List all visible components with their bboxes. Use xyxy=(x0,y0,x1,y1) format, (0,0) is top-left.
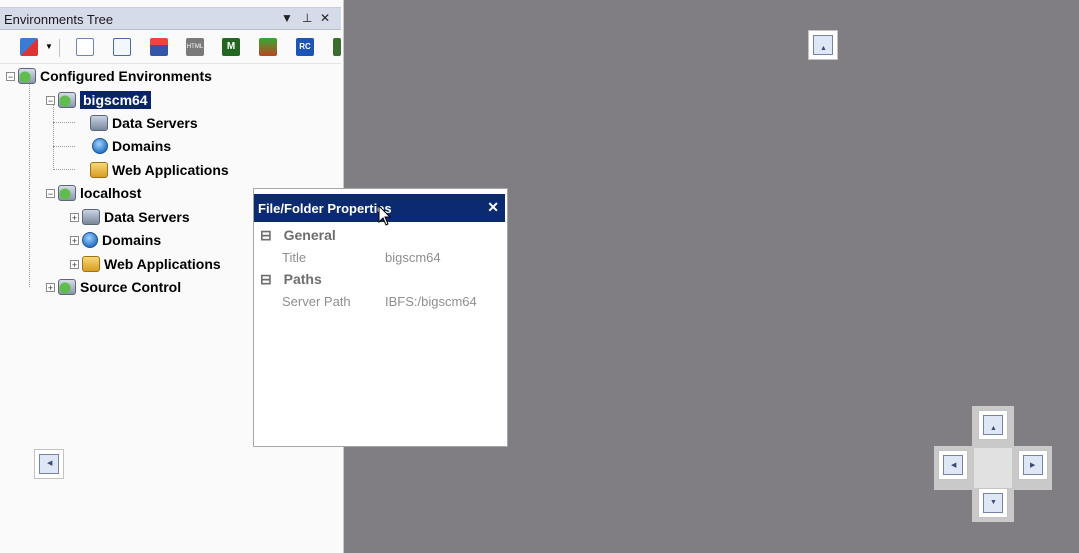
database-icon xyxy=(82,209,100,225)
collapse-icon[interactable]: − xyxy=(46,188,55,198)
section-general[interactable]: ⊟ General xyxy=(260,227,336,247)
tree-node-label: Domains xyxy=(102,232,162,248)
rc-icon[interactable]: RC xyxy=(296,38,314,56)
tree-node-label: Configured Environments xyxy=(40,68,212,84)
server-icon xyxy=(58,185,76,201)
properties-title: File/Folder Properties xyxy=(258,201,392,216)
collapse-icon[interactable]: ⊟ xyxy=(260,271,272,287)
mouse-cursor-icon xyxy=(378,205,392,226)
web-folder-icon xyxy=(82,256,100,272)
close-icon[interactable]: ✕ xyxy=(487,199,499,216)
tree-toolbar: ▼ HTML M RC xyxy=(0,31,341,64)
property-row-server-path[interactable]: Server Path xyxy=(282,293,351,313)
document-icon[interactable] xyxy=(113,38,131,56)
tree-node-localhost[interactable]: − localhost xyxy=(46,183,141,203)
tree-connector xyxy=(53,122,75,123)
server-icon xyxy=(58,92,76,108)
sort-az-icon[interactable] xyxy=(20,38,38,56)
expand-icon[interactable]: + xyxy=(46,282,55,292)
property-value: bigscm64 xyxy=(385,250,441,265)
copy-icon[interactable] xyxy=(76,38,94,56)
hierarchy-icon[interactable] xyxy=(150,38,168,56)
tree-node-bigscm64[interactable]: − bigscm64 xyxy=(46,90,151,110)
source-control-icon xyxy=(58,279,76,295)
tree-node-label: Data Servers xyxy=(112,115,198,131)
web-folder-icon xyxy=(90,162,108,178)
property-label: Server Path xyxy=(282,294,351,309)
expand-icon[interactable]: + xyxy=(70,235,79,245)
tree-node-domains[interactable]: + Domains xyxy=(70,230,161,250)
property-row-title[interactable]: Title xyxy=(282,249,306,269)
dock-left-guide[interactable]: ◀ xyxy=(34,449,64,479)
cross-center xyxy=(974,448,1012,488)
globe-icon xyxy=(82,232,98,248)
property-value: IBFS:/bigscm64 xyxy=(385,294,477,309)
property-value-title[interactable]: bigscm64 xyxy=(385,249,441,269)
dock-cross-right[interactable]: ▶ xyxy=(1018,450,1048,480)
dock-right-icon: ▶ xyxy=(1023,455,1043,475)
toolbar-separator xyxy=(59,39,60,57)
tree-node-source-control[interactable]: + Source Control xyxy=(46,277,181,297)
tree-node-label: localhost xyxy=(80,185,142,201)
docking-cross: ▲ ◀ ▶ ▼ xyxy=(934,406,1052,522)
environments-icon xyxy=(18,68,36,84)
tree-node-domains[interactable]: Domains xyxy=(76,136,171,156)
globe-icon xyxy=(92,138,108,154)
tree-connector xyxy=(53,146,75,147)
section-label: Paths xyxy=(283,271,322,287)
tree-node-web-applications[interactable]: Web Applications xyxy=(76,160,229,180)
tree-node-web-applications[interactable]: + Web Applications xyxy=(70,254,221,274)
tree-node-data-servers[interactable]: + Data Servers xyxy=(70,207,190,227)
collapse-icon[interactable]: − xyxy=(6,71,15,81)
dock-left-icon: ◀ xyxy=(943,455,963,475)
dock-top-icon: ▲ xyxy=(983,415,1003,435)
tree-node-root[interactable]: − Configured Environments xyxy=(6,66,212,86)
tree-node-label: Domains xyxy=(112,138,172,154)
tree-node-label: Web Applications xyxy=(104,256,221,272)
dock-cross-left[interactable]: ◀ xyxy=(938,450,968,480)
section-paths[interactable]: ⊟ Paths xyxy=(260,271,322,291)
property-value-server-path[interactable]: IBFS:/bigscm64 xyxy=(385,293,477,313)
panel-title: Environments Tree xyxy=(4,12,114,27)
tree-node-data-servers[interactable]: Data Servers xyxy=(76,113,198,133)
tree-node-label: Source Control xyxy=(80,279,182,295)
section-label: General xyxy=(283,227,336,243)
tree-icon[interactable] xyxy=(259,38,277,56)
expand-icon[interactable]: + xyxy=(70,212,79,222)
tree-connector xyxy=(29,80,30,287)
pin-icon[interactable]: ⊥ xyxy=(302,11,312,25)
tree-node-label: Data Servers xyxy=(104,209,190,225)
collapse-icon[interactable]: − xyxy=(46,95,55,105)
dock-cross-bottom[interactable]: ▼ xyxy=(978,488,1008,518)
collapse-icon[interactable]: ⊟ xyxy=(260,227,272,243)
html-icon[interactable]: HTML xyxy=(186,38,204,56)
m-icon[interactable]: M xyxy=(222,38,240,56)
close-icon[interactable]: ✕ xyxy=(320,11,330,25)
tree-node-label: Web Applications xyxy=(112,162,229,178)
panel-dropdown-icon[interactable]: ▼ xyxy=(281,11,293,25)
dock-left-icon: ◀ xyxy=(39,454,59,474)
panel-title-bar: Environments Tree ▼ ⊥ ✕ xyxy=(0,7,341,30)
dock-cross-top[interactable]: ▲ xyxy=(978,410,1008,440)
tree-connector xyxy=(53,169,75,170)
expand-icon[interactable]: + xyxy=(70,259,79,269)
dock-top-guide[interactable]: ▲ xyxy=(808,30,838,60)
tree-connector xyxy=(53,104,54,170)
property-label: Title xyxy=(282,250,307,265)
building-icon[interactable] xyxy=(333,38,341,56)
dropdown-arrow-icon[interactable]: ▼ xyxy=(45,42,53,51)
dock-bottom-icon: ▼ xyxy=(983,493,1003,513)
tree-node-label: bigscm64 xyxy=(80,91,151,109)
database-icon xyxy=(90,115,108,131)
dock-top-icon: ▲ xyxy=(813,35,833,55)
